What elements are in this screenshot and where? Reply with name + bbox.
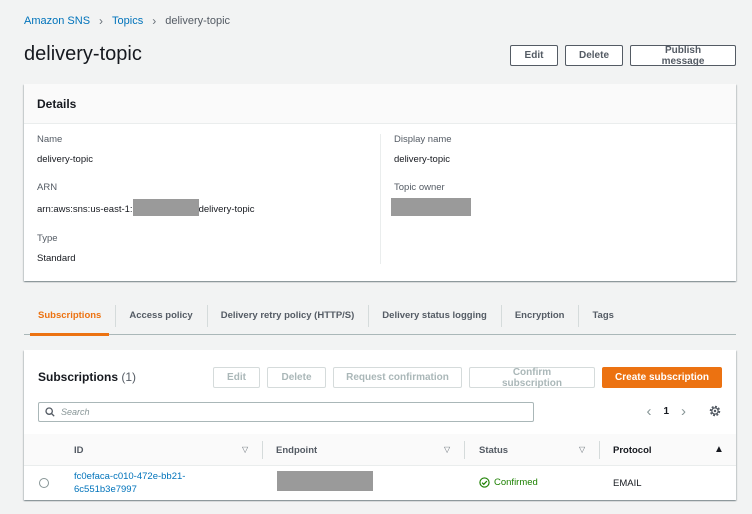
details-body: Name delivery-topic ARN arn:aws:sns:us-e… xyxy=(24,124,736,281)
chevron-right-icon: › xyxy=(152,14,157,28)
topic-owner-field: Topic owner xyxy=(391,182,724,216)
pagination: ‹ 1 › xyxy=(646,404,686,419)
subscription-id-line2: 6c551b3e7997 xyxy=(74,484,137,495)
column-divider[interactable] xyxy=(599,441,600,459)
page-number[interactable]: 1 xyxy=(663,406,669,417)
page-title: delivery-topic xyxy=(24,43,142,65)
arn-suffix: delivery-topic xyxy=(198,203,255,215)
tab-bar: Subscriptions Access policy Delivery ret… xyxy=(24,301,736,336)
chevron-right-icon: › xyxy=(99,14,104,28)
column-status[interactable]: Status xyxy=(479,434,508,466)
topic-owner-label: Topic owner xyxy=(394,182,445,193)
confirm-subscription-button[interactable]: Confirm subscription xyxy=(469,367,595,389)
subscription-id-line1: fc0efaca-c010-472e-bb21- xyxy=(74,471,186,482)
table-row[interactable]: fc0efaca-c010-472e-bb21- 6c551b3e7997 Co… xyxy=(24,467,736,500)
arn-field: ARN arn:aws:sns:us-east-1: delivery-topi… xyxy=(37,182,367,216)
column-id[interactable]: ID xyxy=(74,434,84,466)
tab-tags[interactable]: Tags xyxy=(578,301,627,335)
topic-owner-value xyxy=(391,198,724,216)
type-field: Type Standard xyxy=(37,233,367,264)
sort-up-icon[interactable]: ▲ xyxy=(714,444,724,455)
create-subscription-button[interactable]: Create subscription xyxy=(602,367,722,388)
delete-topic-button[interactable]: Delete xyxy=(565,45,623,66)
subscriptions-actions: Edit Delete Request confirmation Confirm… xyxy=(213,367,722,389)
details-left-column: Name delivery-topic ARN arn:aws:sns:us-e… xyxy=(37,134,367,281)
type-value: Standard xyxy=(37,253,76,264)
delete-subscription-button[interactable]: Delete xyxy=(267,367,326,388)
name-value: delivery-topic xyxy=(37,154,93,165)
subscription-id-link[interactable]: fc0efaca-c010-472e-bb21- 6c551b3e7997 xyxy=(74,470,214,496)
breadcrumb-amazon-sns[interactable]: Amazon SNS xyxy=(24,15,90,27)
column-divider[interactable] xyxy=(464,441,465,459)
tab-delivery-status-logging[interactable]: Delivery status logging xyxy=(368,301,501,335)
check-circle-icon xyxy=(479,477,490,488)
subscription-protocol: EMAIL xyxy=(613,478,642,489)
tab-delivery-retry-policy[interactable]: Delivery retry policy (HTTP/S) xyxy=(206,301,369,335)
edit-topic-button[interactable]: Edit xyxy=(510,45,558,66)
edit-subscription-button[interactable]: Edit xyxy=(213,367,260,388)
display-name-value: delivery-topic xyxy=(394,154,450,165)
subscriptions-panel: Subscriptions (1) Edit Delete Request co… xyxy=(24,350,736,500)
header-actions: Edit Delete Publish message xyxy=(510,45,736,67)
redacted-owner xyxy=(391,198,471,216)
details-divider xyxy=(380,134,381,264)
subscriptions-heading: Subscriptions xyxy=(38,370,119,384)
column-divider[interactable] xyxy=(262,441,263,459)
search-box[interactable] xyxy=(38,402,534,422)
subscriptions-title: Subscriptions (1) xyxy=(38,370,136,384)
breadcrumb-current: delivery-topic xyxy=(165,15,231,27)
table-header: ID ▽ Endpoint ▽ Status ▽ Protocol ▲ xyxy=(24,434,736,466)
gear-icon[interactable] xyxy=(708,404,722,418)
redacted-endpoint xyxy=(277,471,373,491)
display-name-label: Display name xyxy=(394,134,452,145)
details-title: Details xyxy=(37,97,77,111)
details-right-column: Display name delivery-topic Topic owner xyxy=(391,134,724,233)
details-header: Details xyxy=(24,84,736,124)
breadcrumb: Amazon SNS › Topics › delivery-topic xyxy=(24,14,230,28)
chevron-left-icon[interactable]: ‹ xyxy=(646,404,651,419)
search-icon xyxy=(45,407,55,417)
type-label: Type xyxy=(37,233,58,244)
tab-subscriptions[interactable]: Subscriptions xyxy=(24,301,115,336)
name-label: Name xyxy=(37,134,63,145)
tab-encryption[interactable]: Encryption xyxy=(500,301,579,335)
breadcrumb-topics[interactable]: Topics xyxy=(112,15,143,27)
chevron-right-icon[interactable]: › xyxy=(681,404,686,419)
search-input[interactable] xyxy=(61,407,481,417)
subscription-status: Confirmed xyxy=(479,477,538,488)
request-confirmation-button[interactable]: Request confirmation xyxy=(333,367,462,388)
display-name-field: Display name delivery-topic xyxy=(394,134,724,165)
row-select-radio[interactable] xyxy=(39,478,49,488)
sort-down-icon[interactable]: ▽ xyxy=(242,445,248,454)
sort-down-icon[interactable]: ▽ xyxy=(579,445,585,454)
publish-message-button[interactable]: Publish message xyxy=(630,45,736,67)
sort-down-icon[interactable]: ▽ xyxy=(444,445,450,454)
arn-prefix: arn:aws:sns:us-east-1: xyxy=(37,203,133,215)
tab-access-policy[interactable]: Access policy xyxy=(115,301,206,335)
column-protocol[interactable]: Protocol xyxy=(613,434,652,466)
arn-label: ARN xyxy=(37,182,58,193)
redacted-account-id xyxy=(132,199,199,216)
subscriptions-count: (1) xyxy=(121,370,137,384)
column-endpoint[interactable]: Endpoint xyxy=(276,434,317,466)
arn-value: arn:aws:sns:us-east-1: delivery-topic xyxy=(37,199,367,216)
status-text: Confirmed xyxy=(494,477,538,488)
name-field: Name delivery-topic xyxy=(37,134,367,165)
details-panel: Details Name delivery-topic ARN arn:aws:… xyxy=(24,84,736,281)
